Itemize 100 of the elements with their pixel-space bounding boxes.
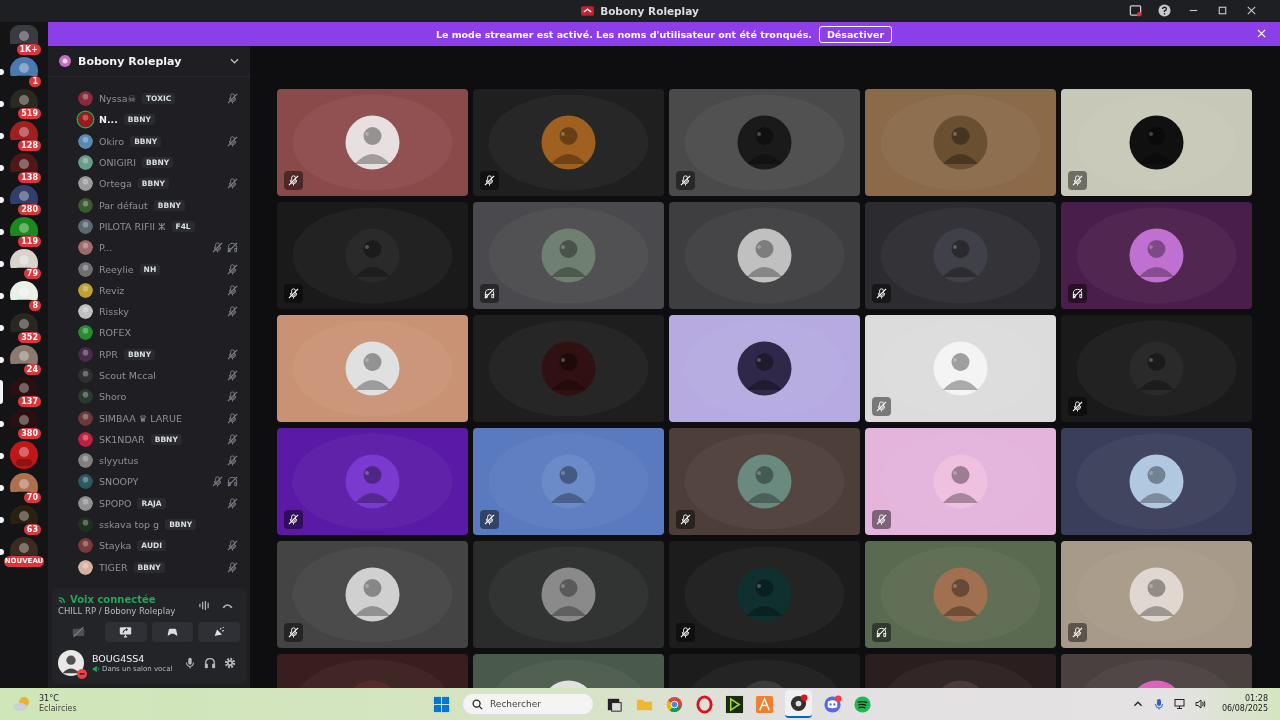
member-name[interactable]: Shoro xyxy=(99,391,127,403)
notification-badge: 519 xyxy=(18,108,41,119)
server-name[interactable]: Bobony Roleplay xyxy=(78,54,223,68)
inbox-icon[interactable] xyxy=(1129,4,1142,17)
member-name[interactable]: Nyssa☠ xyxy=(99,93,136,105)
help-icon[interactable] xyxy=(1158,4,1171,17)
search-field[interactable]: Rechercher xyxy=(490,699,580,709)
server-icon[interactable] xyxy=(10,473,38,492)
soundboard-button[interactable] xyxy=(198,622,240,642)
clock-date[interactable]: 06/08/2025 xyxy=(1221,704,1268,714)
settings-icon[interactable] xyxy=(224,657,236,669)
user-avatar[interactable] xyxy=(78,218,93,234)
user-avatar[interactable] xyxy=(78,261,93,277)
server-icon[interactable] xyxy=(10,345,38,364)
do-not-disturb-icon xyxy=(77,669,87,679)
notification-badge: 119 xyxy=(18,236,41,247)
microphone-icon[interactable] xyxy=(1152,698,1165,710)
disable-button[interactable]: Désactiver xyxy=(818,25,893,43)
microphone-icon[interactable] xyxy=(184,657,196,669)
activity-button[interactable] xyxy=(151,622,194,642)
recording-app-icon[interactable] xyxy=(789,694,808,713)
member-name[interactable]: Scout Mccal xyxy=(99,370,156,381)
camera-off-icon xyxy=(72,626,86,638)
window-title: Bobony Roleplay xyxy=(600,5,699,17)
user-avatar[interactable] xyxy=(78,133,93,149)
member-name[interactable]: Okiro xyxy=(99,135,125,147)
app-icon xyxy=(581,6,595,16)
voice-status: Voix connectée xyxy=(70,594,156,605)
music-app-icon[interactable] xyxy=(853,694,872,714)
member-name[interactable]: Ortega xyxy=(99,178,132,190)
temperature: 31°C xyxy=(39,694,60,704)
close-icon[interactable] xyxy=(1245,4,1258,17)
network-icon[interactable] xyxy=(1173,698,1186,710)
user-avatar[interactable] xyxy=(78,282,93,298)
notification-badge: 128 xyxy=(18,140,41,151)
search-box[interactable]: Rechercher xyxy=(462,693,594,715)
notification-badge: 63 xyxy=(23,524,41,535)
member-name[interactable]: Rissky xyxy=(99,306,129,318)
app-icon[interactable] xyxy=(725,694,744,714)
member-name[interactable]: PILOTA RIFII ⵣ xyxy=(99,220,166,232)
waveform-icon[interactable] xyxy=(198,599,211,611)
server-icon[interactable] xyxy=(10,217,38,236)
party-popper-icon xyxy=(212,626,226,638)
notification-badge: 79 xyxy=(23,268,41,279)
member-name[interactable]: Stayka xyxy=(99,540,132,552)
member-name[interactable]: Reeylie xyxy=(99,263,134,275)
user-avatar[interactable] xyxy=(78,304,93,320)
notification-badge: 1K+ xyxy=(16,44,41,55)
member-name[interactable]: sskava top g xyxy=(99,519,160,531)
member-name[interactable]: RPR xyxy=(99,348,118,360)
server-icon[interactable] xyxy=(10,249,38,268)
speaker-icon xyxy=(92,665,100,673)
headphones-icon[interactable] xyxy=(204,657,216,669)
notification-badge: 70 xyxy=(23,492,41,503)
member-name[interactable]: SK1NDAR xyxy=(99,433,145,445)
notification-badge: 8 xyxy=(29,300,41,311)
notification-badge: 380 xyxy=(18,428,41,439)
user-avatar[interactable] xyxy=(78,495,93,511)
member-name[interactable]: SPOPO xyxy=(99,497,132,509)
member-name[interactable]: N... xyxy=(99,114,118,126)
chat-app-icon[interactable] xyxy=(823,694,842,714)
member-name[interactable]: Reviz xyxy=(99,284,125,296)
voice-channel-name[interactable]: CHILL RP / Bobony Roleplay xyxy=(58,606,188,616)
user-avatar[interactable] xyxy=(78,325,93,341)
volume-icon[interactable] xyxy=(1194,698,1207,710)
user-avatar[interactable] xyxy=(78,112,93,128)
member-name[interactable]: P... xyxy=(99,242,113,254)
username: BOUG4SS4 xyxy=(92,653,146,664)
member-name[interactable]: ROFEX xyxy=(99,327,132,339)
screen-share-icon xyxy=(119,626,133,638)
browser-icon[interactable] xyxy=(665,694,684,714)
weather-condition: Eclaircies xyxy=(39,704,77,714)
server-icon[interactable] xyxy=(10,281,38,300)
close-icon[interactable] xyxy=(1257,29,1266,38)
member-name[interactable]: SNOOPY xyxy=(99,476,139,488)
notification-badge: 280 xyxy=(18,204,41,215)
server-icon[interactable] xyxy=(10,57,38,76)
notification-badge: 1 xyxy=(29,76,41,87)
user-avatar[interactable] xyxy=(78,155,93,171)
notification-badge: 138 xyxy=(18,172,41,183)
screen-share-button[interactable] xyxy=(104,622,147,642)
user-avatar[interactable] xyxy=(78,559,93,575)
user-avatar[interactable] xyxy=(78,176,93,192)
user-avatar[interactable] xyxy=(78,453,93,469)
user-avatar[interactable] xyxy=(78,240,93,256)
user-avatar[interactable] xyxy=(58,650,84,676)
member-name[interactable]: slyyutus xyxy=(99,455,139,467)
maximize-icon[interactable] xyxy=(1216,4,1229,17)
member-name[interactable]: SIMBAA ♛ LARUE xyxy=(99,412,182,424)
server-badge-icon xyxy=(59,55,71,67)
member-name[interactable]: Par défaut xyxy=(99,199,148,211)
member-name[interactable]: ONIGIRI xyxy=(99,157,136,169)
clock-time[interactable]: 01:28 xyxy=(1244,694,1268,704)
start-icon[interactable] xyxy=(432,694,451,714)
notification-badge: 352 xyxy=(18,332,41,343)
search-icon xyxy=(472,698,483,710)
browser-icon[interactable] xyxy=(695,694,714,714)
signal-icon xyxy=(58,595,67,604)
member-name[interactable]: TIGER xyxy=(99,561,128,573)
chevron-down-icon[interactable] xyxy=(230,58,239,64)
